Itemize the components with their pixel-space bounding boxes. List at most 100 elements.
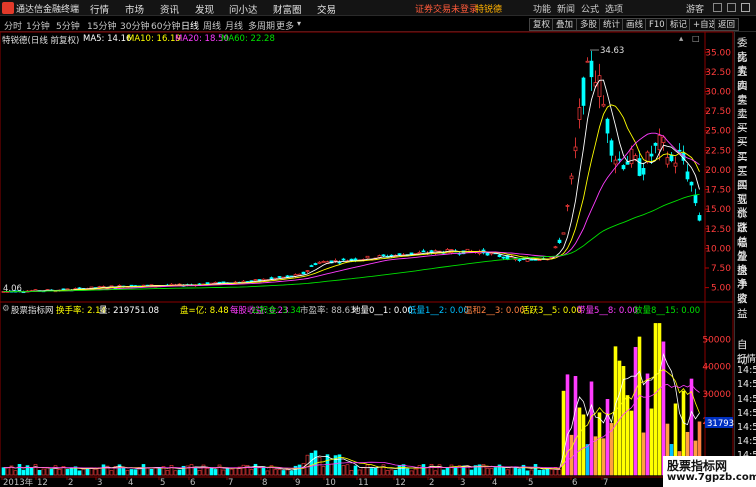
volume-bar <box>569 434 574 476</box>
vol-tier-2: 低量1__2: 0.00 <box>408 306 469 316</box>
volume-bar <box>441 469 446 476</box>
volume-bar <box>641 432 646 476</box>
price-tick-label: 7.50 <box>711 264 731 274</box>
price-tick-label: 32.50 <box>705 68 731 78</box>
volume-bar <box>349 470 354 476</box>
candle-body <box>621 165 626 170</box>
volume-bar <box>605 399 610 476</box>
volume-bar <box>393 469 398 476</box>
volume-bar <box>361 467 366 476</box>
volume-bar <box>649 408 654 476</box>
candle-body <box>321 260 326 263</box>
volume-bar <box>285 469 290 476</box>
quote-label: 收益 <box>737 292 748 320</box>
tick-time: 14:50 <box>737 393 756 405</box>
x-axis-label: 2 <box>429 478 434 487</box>
volume-bar <box>601 438 606 476</box>
volume-bar <box>329 463 334 476</box>
expand-icon[interactable]: □ <box>692 34 700 43</box>
candle-body <box>577 107 582 120</box>
x-axis-label: 6 <box>572 478 577 487</box>
volume-bar <box>81 468 86 476</box>
gear-icon[interactable]: ⚙ <box>2 304 10 314</box>
volume-bar <box>261 466 266 476</box>
candle-body <box>685 171 690 180</box>
volume-bar <box>153 467 158 476</box>
volume-bar <box>209 467 214 476</box>
volume-bar <box>125 469 130 476</box>
price-tick-label: 17.50 <box>705 186 731 196</box>
candle-body <box>301 271 306 275</box>
vol-tier-4: 活跃3__5: 0.00 <box>521 306 582 316</box>
candle-body <box>697 215 702 221</box>
volume-bar <box>65 469 70 476</box>
volume-bar <box>1 467 6 476</box>
volume-bar <box>301 463 306 476</box>
x-axis-label: 4 <box>492 478 497 487</box>
candle-body <box>609 140 614 156</box>
volume-bar <box>637 336 642 476</box>
tick-time: 14:50 <box>737 436 756 448</box>
candle-body <box>649 153 654 157</box>
candle-body <box>397 253 402 256</box>
volume-bar <box>253 463 258 476</box>
volume-bar <box>281 470 286 476</box>
close-icon[interactable] <box>741 3 750 12</box>
volume-bar <box>417 465 422 476</box>
tick-time: 14:50 <box>737 379 756 391</box>
volume-bar <box>625 395 630 476</box>
volume-bar <box>169 465 174 476</box>
volume-bar <box>509 466 514 476</box>
float-cap-field: 盘=亿: 8.48 <box>180 306 229 316</box>
candle-body <box>613 159 618 165</box>
vol-tier-6: 放量8__15: 0.00 <box>634 306 701 316</box>
volume-bar <box>33 464 38 476</box>
volume-bar <box>49 468 54 476</box>
high-price-label: 34.63 <box>600 46 624 56</box>
x-axis-label: 11 <box>358 478 369 487</box>
volume-bar <box>345 464 350 476</box>
volume-bar <box>373 467 378 476</box>
volume-tick-label: 40000 <box>702 363 731 373</box>
volume-bar <box>653 323 658 476</box>
volume-bar <box>489 468 494 476</box>
volume-bar <box>401 464 406 476</box>
volume-bar <box>77 470 82 476</box>
volume-bar <box>389 469 394 476</box>
candle-body <box>629 148 634 165</box>
candle-body <box>573 146 578 152</box>
reserve-field: 公积金: 3.34 <box>251 306 301 316</box>
volume-bar <box>149 468 154 476</box>
x-axis-label: 3 <box>97 478 102 487</box>
candle-body <box>349 258 354 261</box>
volume-bar <box>157 467 162 476</box>
kline-chart[interactable]: 35.0032.5030.0027.5025.0022.5020.0017.50… <box>0 0 734 487</box>
volume-bar <box>289 470 294 476</box>
volume-bar <box>517 468 522 476</box>
volume-bar <box>321 466 326 476</box>
candle-body <box>597 75 602 97</box>
candle-body <box>645 151 650 163</box>
candle-body <box>501 256 506 259</box>
volume-bar <box>297 464 302 476</box>
volume-bar <box>173 470 178 476</box>
volume-bar <box>265 470 270 476</box>
collapse-icon[interactable]: ▴ <box>679 34 683 44</box>
chart-title: 特锐德(日线 前复权) <box>2 36 80 46</box>
volume-bar <box>541 469 546 476</box>
x-axis-label: 12 <box>395 478 406 487</box>
candle-body <box>417 252 422 254</box>
volume-bar <box>273 469 278 476</box>
candle-body <box>625 161 630 165</box>
candle-body <box>585 60 590 63</box>
x-axis-label: 9 <box>295 478 300 487</box>
candle-body <box>285 275 290 278</box>
candle-body <box>637 158 642 176</box>
volume-bar <box>657 323 662 476</box>
volume-bar <box>233 467 238 476</box>
x-axis-label: 10 <box>325 478 336 487</box>
volume-bar <box>549 469 554 476</box>
x-axis-label: 5 <box>528 478 533 487</box>
volume-bar <box>109 470 114 476</box>
volume-bar <box>189 464 194 476</box>
